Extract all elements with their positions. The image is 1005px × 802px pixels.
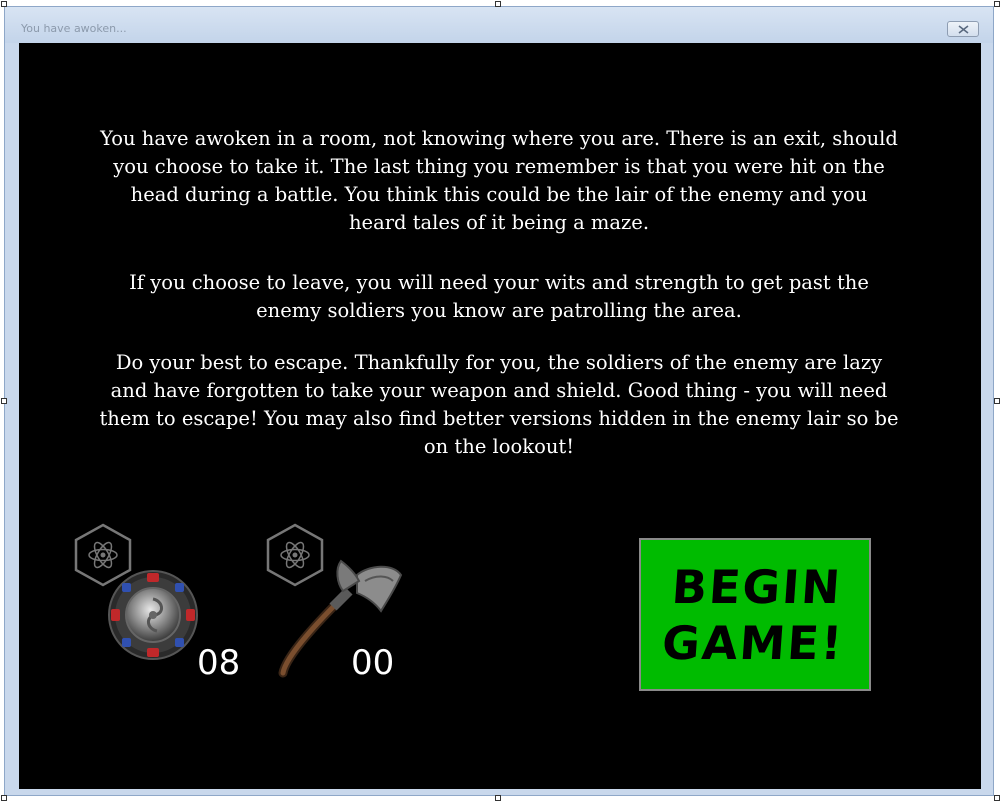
resize-handle[interactable]	[495, 795, 501, 801]
weapon-value: 00	[351, 643, 395, 683]
round-shield-icon	[108, 570, 198, 660]
begin-game-button[interactable]: BEGIN GAME!	[639, 538, 871, 691]
resize-handle[interactable]	[994, 795, 1000, 801]
window-title: You have awoken...	[21, 22, 127, 35]
story-paragraph-1: You have awoken in a room, not knowing w…	[100, 127, 898, 234]
begin-game-label: BEGIN GAME!	[660, 559, 846, 670]
shield-value: 08	[197, 643, 241, 683]
game-area: You have awoken in a room, not knowing w…	[19, 43, 981, 789]
story-text: You have awoken in a room, not knowing w…	[99, 125, 899, 461]
resize-handle[interactable]	[495, 1, 501, 7]
close-button[interactable]	[947, 21, 979, 37]
story-paragraph-3: Do your best to escape. Thankfully for y…	[99, 351, 899, 458]
resize-handle[interactable]	[1, 398, 7, 404]
close-icon	[958, 25, 969, 34]
resize-handle[interactable]	[1, 795, 7, 801]
game-window: You have awoken... You have awoken in a …	[4, 6, 994, 796]
story-paragraph-2: If you choose to leave, you will need yo…	[129, 271, 869, 322]
resize-handle[interactable]	[1, 1, 7, 7]
title-bar[interactable]: You have awoken...	[5, 7, 993, 43]
resize-handle[interactable]	[994, 1, 1000, 7]
resize-handle[interactable]	[994, 398, 1000, 404]
